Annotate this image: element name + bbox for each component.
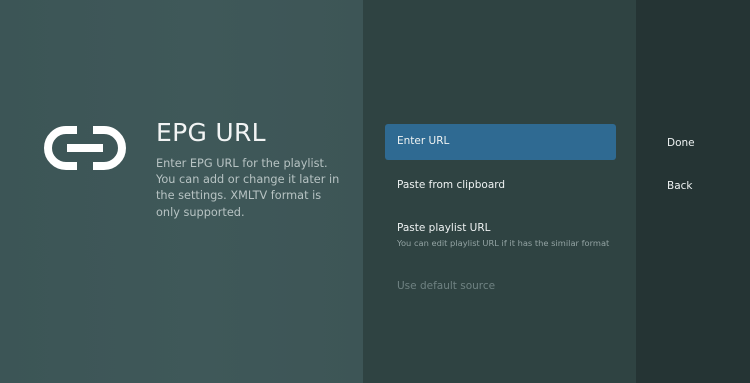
actions-panel: Enter URL Paste from clipboard Paste pla… <box>363 0 636 383</box>
guidance-title: EPG URL <box>156 118 266 147</box>
back-button-label: Back <box>667 180 693 192</box>
paste-from-clipboard-label: Paste from clipboard <box>397 179 506 191</box>
buttons-panel: Done Back <box>636 0 750 383</box>
back-button[interactable]: Back <box>648 171 738 201</box>
use-default-source-label: Use default source <box>397 280 496 292</box>
done-button-label: Done <box>667 137 695 149</box>
use-default-source-action: Use default source <box>385 269 616 305</box>
guidance-description: Enter EPG URL for the playlist. You can … <box>156 157 340 219</box>
paste-playlist-url-action[interactable]: Paste playlist URL You can edit playlist… <box>385 211 616 255</box>
epg-url-screen: EPG URL Enter EPG URL for the playlist. … <box>0 0 750 383</box>
paste-playlist-url-description: You can edit playlist URL if it has the … <box>397 238 610 248</box>
paste-from-clipboard-action[interactable]: Paste from clipboard <box>385 168 616 204</box>
link-icon <box>44 126 126 170</box>
enter-url-label: Enter URL <box>397 135 450 147</box>
paste-playlist-url-label: Paste playlist URL <box>397 222 491 234</box>
done-button[interactable]: Done <box>648 128 738 158</box>
enter-url-action[interactable]: Enter URL <box>385 124 616 160</box>
guidance-panel: EPG URL Enter EPG URL for the playlist. … <box>0 0 363 383</box>
